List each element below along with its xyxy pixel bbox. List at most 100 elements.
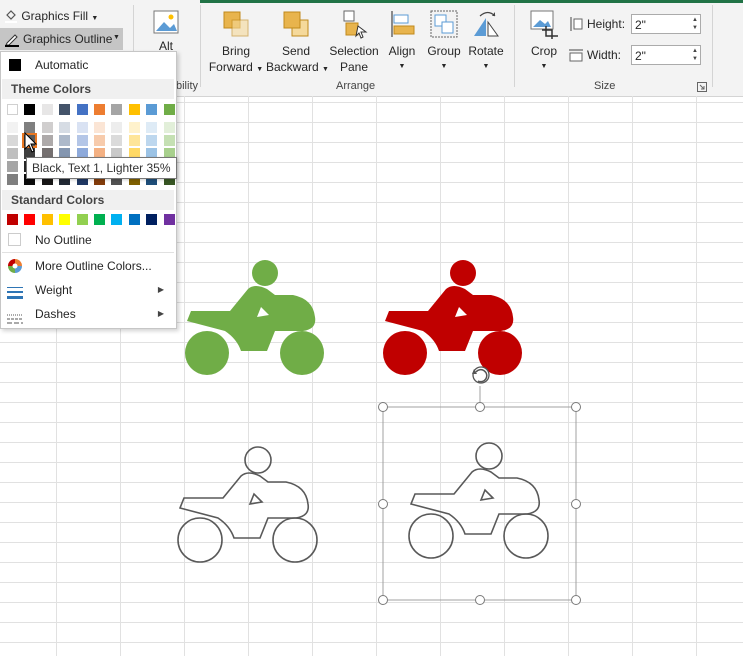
chevron-down-icon: ▼ — [113, 34, 120, 41]
motorcycle-icon-red[interactable] — [383, 260, 522, 375]
standard-color-swatch[interactable] — [41, 214, 53, 225]
theme-shade-swatch[interactable] — [7, 148, 18, 159]
theme-shade-swatch[interactable] — [111, 122, 123, 133]
menu-item-automatic[interactable]: Automatic — [1, 54, 174, 76]
theme-shade-swatch[interactable] — [146, 135, 158, 146]
align-button[interactable]: Align ▼ — [384, 8, 420, 78]
standard-color-swatch[interactable] — [146, 214, 158, 225]
theme-color-swatch[interactable] — [41, 104, 53, 115]
graphics-outline-menu: Automatic Theme Colors Standard Colors N… — [0, 51, 177, 329]
selection-frame[interactable] — [382, 386, 577, 601]
theme-color-swatch[interactable] — [76, 104, 88, 115]
spin-arrows-icon[interactable]: ▲ ▼ — [692, 47, 698, 63]
width-value: 2" — [635, 49, 646, 63]
chevron-down-icon: ▼ — [540, 63, 548, 70]
theme-shade-swatch[interactable] — [146, 122, 158, 133]
bring-forward-label: Bring — [221, 44, 250, 58]
standard-color-swatch[interactable] — [24, 214, 36, 225]
theme-shade-swatch[interactable] — [163, 122, 175, 133]
align-label: Align — [388, 44, 416, 58]
height-icon — [568, 16, 584, 32]
selection-pane-button[interactable]: Selection Pane — [328, 8, 380, 78]
graphics-outline-label: Graphics Outline — [23, 32, 113, 46]
ribbon-separator — [712, 5, 713, 87]
theme-shade-swatch[interactable] — [7, 122, 18, 133]
theme-shade-swatch[interactable] — [7, 174, 18, 185]
group-icon — [428, 8, 460, 40]
theme-shade-swatch[interactable] — [128, 122, 140, 133]
group-label: Group — [427, 44, 461, 58]
graphics-outline-button[interactable]: Graphics Outline ▼ — [0, 28, 123, 50]
standard-color-swatch[interactable] — [94, 214, 105, 225]
more-outline-colors-label: More Outline Colors... — [35, 259, 152, 273]
send-backward-icon — [280, 8, 312, 40]
theme-color-swatch[interactable] — [163, 104, 175, 115]
theme-shade-swatch[interactable] — [111, 135, 123, 146]
resize-handles[interactable] — [378, 402, 581, 605]
theme-color-swatch[interactable] — [111, 104, 123, 115]
motorcycle-icon-outline-selected[interactable] — [408, 442, 549, 559]
standard-color-swatch[interactable] — [163, 214, 175, 225]
menu-divider — [2, 252, 174, 253]
width-input[interactable]: 2" ▲ ▼ — [631, 45, 701, 65]
standard-color-swatch[interactable] — [128, 214, 140, 225]
standard-color-swatch[interactable] — [111, 214, 123, 225]
chevron-down-icon: ▼ — [91, 15, 99, 22]
group-button[interactable]: Group ▼ — [424, 8, 464, 78]
theme-shade-swatch[interactable] — [128, 135, 140, 146]
theme-shade-swatch[interactable] — [94, 122, 105, 133]
color-wheel-icon — [7, 258, 23, 274]
theme-shade-swatch[interactable] — [59, 135, 71, 146]
mouse-pointer-icon — [24, 132, 38, 153]
menu-item-dashes[interactable]: Dashes ▶ — [1, 303, 174, 325]
spin-arrows-icon[interactable]: ▲ ▼ — [692, 16, 698, 32]
theme-shade-swatch[interactable] — [7, 135, 18, 146]
graphics-fill-button[interactable]: Graphics Fill ▼ — [4, 9, 98, 23]
height-input[interactable]: 2" ▲ ▼ — [631, 14, 701, 34]
arrange-group-label: Arrange — [336, 80, 376, 92]
crop-icon — [528, 8, 560, 40]
send-backward-label-2: Backward — [266, 60, 319, 74]
theme-shade-swatch[interactable] — [41, 135, 53, 146]
dialog-launcher-icon[interactable] — [697, 81, 707, 92]
motorcycle-icon-green[interactable] — [185, 260, 324, 375]
height-value: 2" — [635, 18, 646, 32]
automatic-swatch — [9, 59, 21, 71]
theme-shade-swatch[interactable] — [41, 122, 53, 133]
theme-shade-swatch[interactable] — [76, 135, 88, 146]
theme-shade-swatch[interactable] — [59, 122, 71, 133]
theme-color-swatch[interactable] — [59, 104, 71, 115]
standard-color-swatch[interactable] — [7, 214, 18, 225]
theme-color-swatch[interactable] — [94, 104, 105, 115]
ribbon-accent-line — [200, 0, 743, 3]
menu-item-more-outline-colors[interactable]: More Outline Colors... — [1, 255, 174, 277]
width-label: Width: — [587, 48, 622, 62]
pencil-icon — [4, 31, 20, 47]
weight-label: Weight — [35, 283, 73, 297]
graphics-fill-label: Graphics Fill — [21, 9, 89, 23]
theme-color-swatch[interactable] — [146, 104, 158, 115]
menu-item-weight[interactable]: Weight ▶ — [1, 279, 174, 301]
theme-shade-swatch[interactable] — [94, 135, 105, 146]
rotate-button[interactable]: Rotate ▼ — [466, 8, 506, 78]
theme-color-swatch[interactable] — [128, 104, 140, 115]
menu-item-no-outline[interactable]: No Outline — [1, 229, 174, 251]
no-outline-label: No Outline — [35, 233, 92, 247]
theme-shade-swatch[interactable] — [163, 135, 175, 146]
standard-color-swatch[interactable] — [59, 214, 71, 225]
color-tooltip: Black, Text 1, Lighter 35% — [26, 157, 177, 179]
bring-forward-button[interactable]: Bring Forward ▼ — [208, 8, 264, 78]
theme-colors-heading: Theme Colors — [2, 79, 174, 99]
accessibility-group-label: bility — [176, 80, 199, 92]
theme-color-swatch[interactable] — [7, 104, 18, 115]
ribbon-separator — [200, 5, 201, 87]
theme-shade-swatch[interactable] — [7, 161, 18, 172]
send-backward-button[interactable]: Send Backward ▼ — [266, 8, 329, 78]
dash-style-icon — [7, 309, 23, 324]
rotate-handle-icon[interactable] — [472, 366, 490, 384]
theme-shade-swatch[interactable] — [76, 122, 88, 133]
motorcycle-icon-outline-left[interactable] — [177, 446, 318, 563]
standard-color-swatch[interactable] — [76, 214, 88, 225]
crop-button[interactable]: Crop ▼ — [526, 8, 562, 78]
theme-color-swatch[interactable] — [24, 104, 36, 115]
